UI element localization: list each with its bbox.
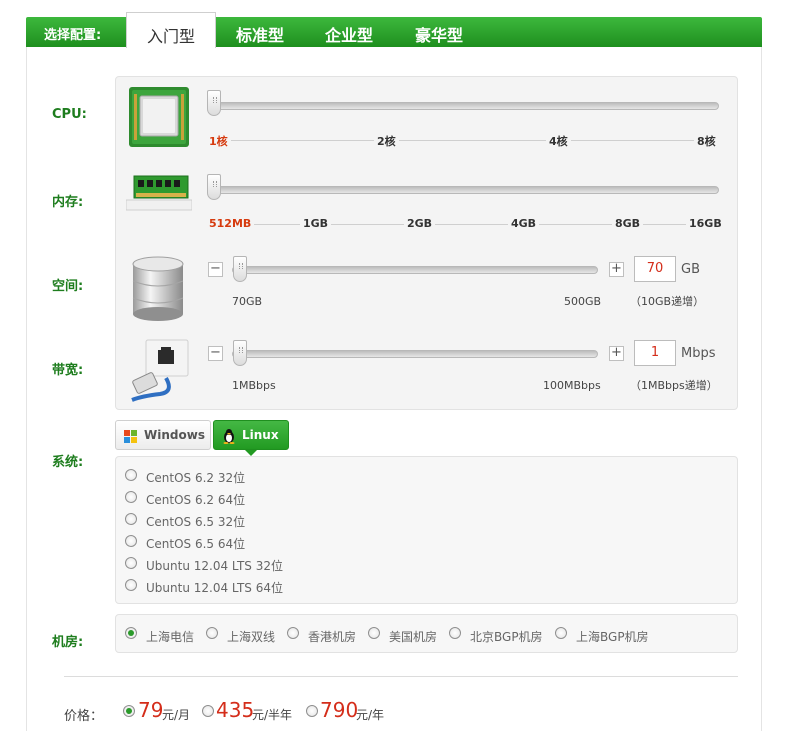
- room-option-label[interactable]: 北京BGP机房: [470, 628, 543, 645]
- tab-entry[interactable]: 入门型: [126, 12, 216, 48]
- cpu-tick[interactable]: 1核: [206, 133, 231, 149]
- memory-icon: [125, 174, 193, 217]
- memory-tick[interactable]: 4GB: [508, 217, 540, 230]
- price-halfyear-amount[interactable]: 435: [216, 698, 254, 722]
- linux-penguin-icon: [222, 427, 236, 455]
- tab-standard[interactable]: 标准型: [236, 22, 284, 46]
- os-option-label[interactable]: CentOS 6.2 32位: [146, 469, 245, 486]
- config-tab-label: 选择配置:: [44, 28, 102, 43]
- cpu-label: CPU:: [52, 107, 87, 122]
- os-radio[interactable]: [125, 535, 137, 547]
- room-option-label[interactable]: 上海电信: [146, 628, 194, 645]
- price-label: 价格：: [64, 709, 104, 724]
- windows-logo-icon: [124, 427, 138, 455]
- memory-slider-track[interactable]: [208, 186, 719, 194]
- bandwidth-step-hint: （1MBbps递增）: [630, 379, 718, 392]
- price-radio[interactable]: [202, 705, 214, 717]
- os-radio[interactable]: [125, 491, 137, 503]
- os-radio[interactable]: [125, 513, 137, 525]
- room-option-label[interactable]: 上海双线: [227, 628, 275, 645]
- disk-min-label: 70GB: [232, 295, 263, 308]
- price-yearly-unit: 元/年: [356, 708, 385, 722]
- disk-max-label: 500GB: [564, 295, 602, 308]
- bandwidth-max-label: 100MBbps: [543, 379, 601, 392]
- os-option-label[interactable]: CentOS 6.5 64位: [146, 535, 245, 552]
- os-radio[interactable]: [125, 469, 137, 481]
- os-option-label[interactable]: Ubuntu 12.04 LTS 32位: [146, 557, 283, 574]
- disk-label: 空间:: [52, 279, 84, 294]
- memory-tick[interactable]: 16GB: [686, 217, 725, 230]
- config-tab-bar: 选择配置: 入门型 标准型 企业型 豪华型: [26, 12, 762, 48]
- memory-tick[interactable]: 1GB: [300, 217, 332, 230]
- room-option-label[interactable]: 美国机房: [389, 628, 437, 645]
- disk-slider-handle[interactable]: [233, 256, 247, 282]
- cpu-tick-line: [212, 140, 716, 141]
- memory-label: 内存:: [52, 195, 84, 210]
- memory-slider-handle[interactable]: [207, 174, 221, 200]
- os-tab-windows-label: Windows: [144, 428, 205, 442]
- os-radio[interactable]: [125, 579, 137, 591]
- bandwidth-plus-button[interactable]: +: [609, 346, 624, 361]
- room-radio-selected[interactable]: [125, 627, 137, 639]
- disk-step-hint: （10GB递增）: [630, 295, 705, 308]
- cpu-tick[interactable]: 8核: [694, 133, 719, 149]
- cpu-icon: [128, 86, 190, 151]
- os-option-label[interactable]: CentOS 6.2 64位: [146, 491, 245, 508]
- room-radio[interactable]: [206, 627, 218, 639]
- room-radio[interactable]: [555, 627, 567, 639]
- bandwidth-min-label: 1MBbps: [232, 379, 276, 392]
- disk-plus-button[interactable]: +: [609, 262, 624, 277]
- tab-enterprise[interactable]: 企业型: [325, 22, 373, 46]
- price-monthly-amount[interactable]: 79: [138, 698, 163, 722]
- cpu-slider-handle[interactable]: [207, 90, 221, 116]
- room-option-label[interactable]: 上海BGP机房: [576, 628, 649, 645]
- disk-minus-button[interactable]: −: [208, 262, 223, 277]
- memory-tick[interactable]: 2GB: [404, 217, 436, 230]
- os-tab-linux-label: Linux: [242, 428, 279, 442]
- bandwidth-minus-button[interactable]: −: [208, 346, 223, 361]
- price-yearly-amount[interactable]: 790: [320, 698, 358, 722]
- price-radio-selected[interactable]: [123, 705, 135, 717]
- os-option-label[interactable]: CentOS 6.5 32位: [146, 513, 245, 530]
- disk-slider-track[interactable]: [232, 266, 598, 274]
- os-tab-windows[interactable]: Windows: [115, 420, 211, 450]
- room-radio[interactable]: [449, 627, 461, 639]
- price-monthly-unit: 元/月: [162, 708, 191, 722]
- room-radio[interactable]: [368, 627, 380, 639]
- bandwidth-slider-track[interactable]: [232, 350, 598, 358]
- bandwidth-label: 带宽:: [52, 363, 84, 378]
- disk-unit: GB: [681, 262, 700, 277]
- os-label: 系统:: [52, 455, 84, 470]
- os-radio[interactable]: [125, 557, 137, 569]
- os-tab-linux[interactable]: Linux: [213, 420, 289, 450]
- room-option-label[interactable]: 香港机房: [308, 628, 356, 645]
- cpu-slider-track[interactable]: [208, 102, 719, 110]
- room-radio[interactable]: [287, 627, 299, 639]
- tab-luxury[interactable]: 豪华型: [415, 22, 463, 46]
- room-label: 机房:: [52, 635, 84, 650]
- disk-icon: [130, 256, 186, 325]
- memory-tick[interactable]: 512MB: [206, 217, 255, 230]
- bandwidth-slider-handle[interactable]: [233, 340, 247, 366]
- bandwidth-value-input[interactable]: 1: [634, 340, 676, 366]
- disk-value-input[interactable]: 70: [634, 256, 676, 282]
- cpu-tick[interactable]: 2核: [374, 133, 399, 149]
- network-port-icon: [126, 338, 190, 407]
- price-radio[interactable]: [306, 705, 318, 717]
- memory-tick[interactable]: 8GB: [612, 217, 644, 230]
- cpu-tick[interactable]: 4核: [546, 133, 571, 149]
- price-divider: [64, 676, 738, 677]
- os-option-label[interactable]: Ubuntu 12.04 LTS 64位: [146, 579, 283, 596]
- price-halfyear-unit: 元/半年: [252, 708, 293, 722]
- bandwidth-unit: Mbps: [681, 346, 716, 361]
